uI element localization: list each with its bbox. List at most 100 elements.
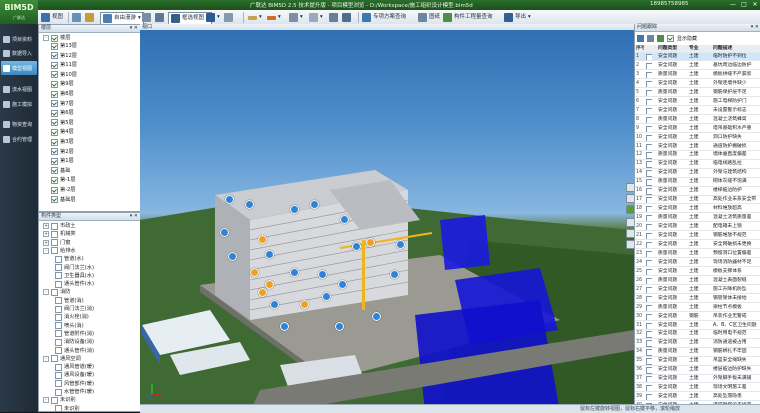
checkbox[interactable] (51, 196, 58, 204)
floor-item[interactable]: 第1层 (51, 157, 74, 165)
minimize-button[interactable]: — (728, 0, 738, 10)
issue-checkbox[interactable] (646, 151, 652, 159)
toolbar-cut-button[interactable] (329, 12, 338, 23)
issue-checkbox[interactable] (646, 322, 652, 329)
component-group[interactable]: - 通风空调 (43, 355, 81, 363)
checkbox[interactable] (55, 405, 62, 413)
issue-row[interactable]: 27 安全问题 土建 施工升降机防坠 (635, 286, 760, 294)
issue-checkbox[interactable] (646, 313, 652, 320)
issue-row[interactable]: 17 安全问题 土建 高处作业未系安全带 (635, 196, 760, 205)
checkbox[interactable] (51, 186, 58, 194)
toolbar-view-button[interactable]: 视图 (41, 12, 63, 23)
issue-checkbox[interactable] (646, 366, 652, 374)
floor-item[interactable]: 第8层 (51, 90, 74, 98)
checkbox[interactable] (646, 206, 652, 213)
locate-icon[interactable] (657, 34, 664, 42)
issue-row[interactable]: 22 安全问题 土建 安全网破损未更换 (635, 241, 760, 250)
issue-row[interactable]: 2 安全问题 土建 基坑周边临边防护 (635, 62, 760, 71)
checkbox[interactable] (646, 71, 652, 79)
floor-item[interactable]: 基础 (51, 167, 70, 175)
floor-item[interactable]: 第4层 (51, 128, 74, 136)
checkbox[interactable] (55, 255, 62, 263)
checkbox[interactable] (51, 119, 58, 127)
component-group[interactable]: - 消防 (43, 288, 70, 296)
account-label[interactable]: 18985758985 (650, 1, 689, 7)
issue-marker-icon[interactable] (340, 215, 349, 224)
toolbar-tape-button[interactable]: ▾ (248, 12, 262, 23)
checkbox[interactable] (55, 363, 62, 371)
issue-row[interactable]: 15 质量问题 土建 砌体灰缝不饱满 (635, 178, 760, 187)
issue-row[interactable]: 26 质量问题 土建 混凝土表面裂缝 (635, 277, 760, 286)
issue-checkbox[interactable] (646, 80, 652, 88)
checkbox[interactable] (55, 330, 62, 338)
issue-checkbox[interactable] (646, 348, 652, 356)
expand-icon[interactable]: - (43, 397, 49, 404)
floor-item[interactable]: 第9层 (51, 80, 74, 88)
floor-item[interactable]: 第-2层 (51, 186, 76, 194)
issue-checkbox[interactable] (646, 169, 652, 177)
component-item[interactable]: 喷头(消) (55, 322, 84, 330)
issue-row[interactable]: 19 质量问题 土建 混凝土浇筑质量差 (635, 214, 760, 223)
checkbox[interactable] (51, 109, 58, 117)
toolbar-clip-button[interactable]: ▾ (267, 12, 281, 23)
checkbox[interactable] (51, 52, 58, 60)
checkbox[interactable] (55, 338, 62, 346)
checkbox[interactable] (646, 170, 652, 177)
issue-checkbox[interactable] (646, 160, 652, 168)
issue-marker-icon[interactable] (300, 300, 309, 309)
checkbox[interactable] (646, 313, 652, 320)
checkbox[interactable] (55, 305, 62, 313)
checkbox[interactable] (646, 367, 652, 374)
export-button[interactable]: 导出 ▾ (504, 12, 531, 23)
pin-close-icon[interactable]: ▾ ✕ (130, 25, 138, 32)
component-item[interactable]: 通头管件(消) (55, 347, 94, 355)
issue-checkbox[interactable] (646, 71, 652, 79)
issue-row[interactable]: 13 安全问题 土建 临电线路乱拉 (635, 160, 760, 169)
expand-icon[interactable]: + (43, 231, 49, 238)
issue-marker-icon[interactable] (290, 205, 299, 214)
issue-row[interactable]: 36 安全问题 土建 楼层临边防护缺失 (635, 366, 760, 375)
issue-row[interactable]: 5 质量问题 土建 钢筋保护层不足 (635, 89, 760, 98)
checkbox[interactable] (55, 371, 62, 379)
checkbox[interactable] (51, 90, 58, 98)
issue-row[interactable]: 28 安全问题 土建 钢管架体未接地 (635, 295, 760, 303)
issue-marker-icon[interactable] (258, 235, 267, 244)
floor-item[interactable]: 第3层 (51, 138, 74, 146)
checkbox[interactable] (646, 179, 652, 186)
checkbox[interactable] (55, 322, 62, 330)
issue-checkbox[interactable] (646, 286, 652, 293)
issue-row[interactable]: 37 安全问题 土建 外架脚手板未满铺 (635, 375, 760, 384)
checkbox[interactable] (51, 230, 58, 238)
nav-item-data-import[interactable]: 数据导入 (1, 46, 37, 60)
issue-row[interactable]: 18 安全问题 土建 材料堆放超高 (635, 205, 760, 214)
component-item[interactable]: 管道(水) (55, 255, 84, 263)
checkbox[interactable] (646, 188, 652, 195)
issue-row[interactable]: 14 安全问题 土建 外架与建筑结构 (635, 169, 760, 178)
expand-icon[interactable]: - (43, 247, 49, 254)
checkbox[interactable] (55, 388, 62, 396)
issue-checkbox[interactable] (646, 53, 652, 61)
issue-checkbox[interactable] (646, 268, 652, 276)
drawing-button[interactable]: 图纸 (418, 12, 440, 23)
issue-row[interactable]: 38 安全问题 土建 现场文明施工差 (635, 384, 760, 393)
checkbox[interactable] (55, 347, 62, 354)
checkbox[interactable] (646, 286, 652, 293)
checkbox[interactable] (55, 280, 62, 288)
component-item[interactable]: 未识别 (55, 405, 80, 413)
checkbox[interactable] (646, 331, 652, 338)
floor-item[interactable]: 第13层 (51, 42, 77, 50)
checkbox[interactable] (646, 394, 652, 401)
pin-close-icon[interactable]: ▾ ✕ (130, 213, 138, 220)
issue-marker-icon[interactable] (310, 200, 319, 209)
checkbox[interactable] (646, 215, 652, 222)
toolbar-mark-button[interactable]: ▾ (309, 12, 323, 23)
checkbox[interactable] (51, 176, 58, 184)
nav-item-model-view[interactable]: 模型视图 (1, 61, 37, 75)
issue-checkbox[interactable] (646, 277, 652, 285)
nav-item-flow-view[interactable]: 流水视图 (1, 82, 37, 96)
component-item[interactable]: 风管部件(暖) (55, 380, 94, 388)
checkbox[interactable] (51, 239, 58, 247)
issue-marker-icon[interactable] (258, 288, 267, 297)
floor-item[interactable]: 第-1层 (51, 176, 76, 184)
issue-row[interactable]: 7 安全问题 土建 未设置警示标志 (635, 107, 760, 115)
